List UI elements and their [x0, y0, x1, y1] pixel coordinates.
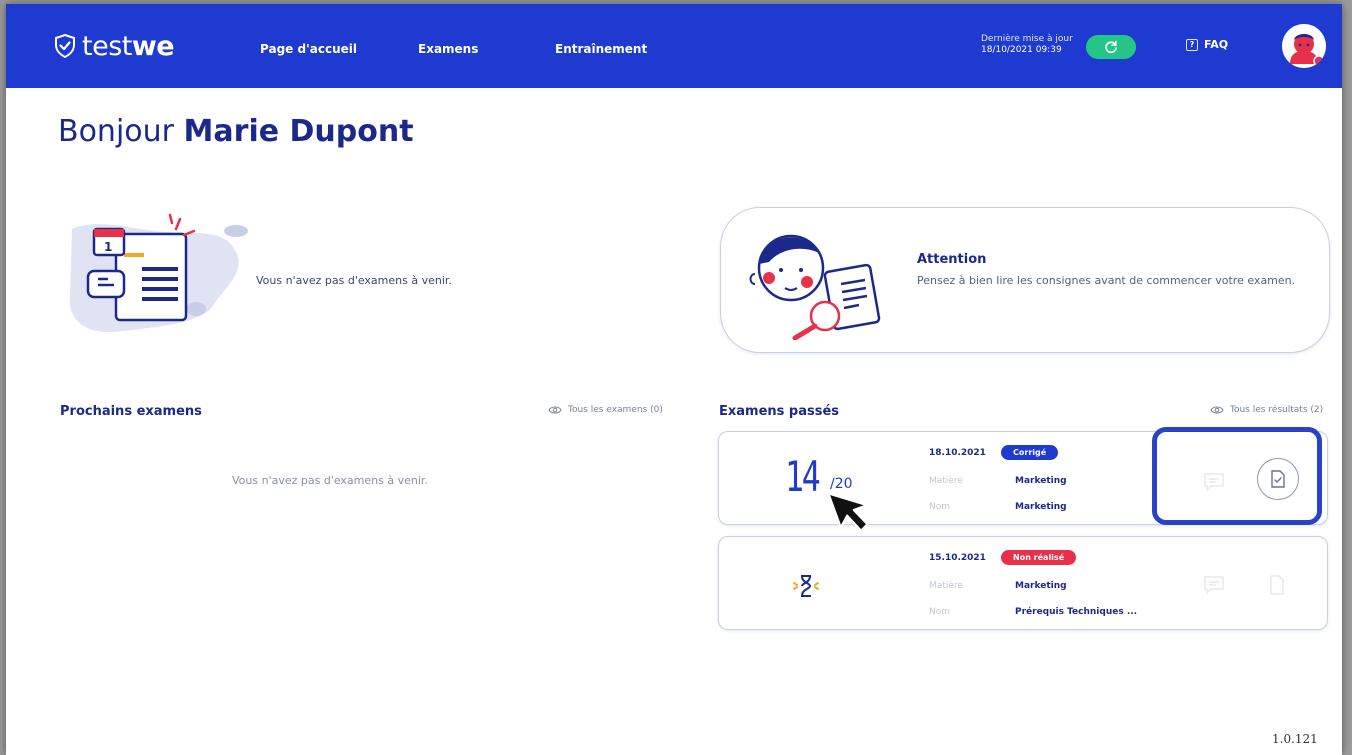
status-badge: Corrigé [1001, 445, 1059, 460]
no-upcoming-banner-text: Vous n'avez pas d'examens à venir. [256, 274, 452, 287]
logo[interactable]: testwe [54, 28, 175, 64]
subject-label: Matière [929, 476, 963, 486]
last-update-value: 18/10/2021 09:39 [981, 45, 1062, 55]
faq-link[interactable]: ? FAQ [1186, 38, 1228, 51]
subject-label: Matière [929, 581, 963, 591]
see-all-results-link[interactable]: Tous les résultats (2) [1210, 405, 1323, 415]
see-all-exams-link[interactable]: Tous les examens (0) [548, 405, 663, 415]
upcoming-title: Prochains examens [60, 404, 202, 419]
name-label: Nom [929, 502, 951, 512]
help-icon: ? [1186, 38, 1198, 51]
highlight-frame [1152, 427, 1322, 525]
past-exams-title: Examens passés [719, 404, 840, 419]
user-avatar-icon [1282, 24, 1326, 68]
name-label: Nom [929, 607, 951, 617]
name-value: Prérequis Techniques ... [1015, 607, 1138, 617]
see-all-results-label: Tous les résultats (2) [1230, 405, 1324, 415]
page-title: Bonjour Marie Dupont [58, 114, 414, 149]
avatar[interactable] [1282, 24, 1326, 68]
past-exam-card[interactable]: 15.10.2021 Non réalisé Matière Marketing… [718, 536, 1328, 630]
no-upcoming-text: Vous n'avez pas d'examens à venir. [232, 474, 428, 487]
mouse-cursor-icon [828, 492, 869, 532]
last-update: Dernière mise à jour 18/10/2021 09:39 [981, 34, 1073, 56]
logo-text: testwe [82, 30, 175, 62]
status-badge: Non réalisé [1001, 550, 1077, 565]
calendar-document-illustration: 1 [69, 213, 248, 332]
last-update-label: Dernière mise à jour [981, 34, 1073, 44]
hourglass-icon [793, 575, 819, 597]
document-icon [1270, 575, 1284, 595]
exam-score: 14 [785, 452, 821, 501]
svg-text:1: 1 [104, 240, 112, 254]
attention-card: Attention Pensez à bien lire les consign… [720, 207, 1330, 353]
nav-home[interactable]: Page d'accueil [260, 42, 357, 56]
faq-label: FAQ [1204, 38, 1229, 51]
greeting-name: Marie Dupont [183, 114, 414, 149]
shield-check-icon [55, 34, 75, 58]
attention-title: Attention [917, 252, 987, 267]
eye-icon [1210, 406, 1224, 414]
attention-text: Pensez à bien lire les consignes avant d… [917, 274, 1296, 287]
subject-value: Marketing [1015, 581, 1067, 591]
exam-date: 15.10.2021 [929, 553, 986, 563]
nav-exams[interactable]: Examens [418, 42, 478, 56]
subject-value: Marketing [1015, 476, 1067, 486]
eye-icon [548, 406, 562, 414]
see-all-exams-label: Tous les examens (0) [568, 405, 663, 415]
comment-icon [1204, 576, 1224, 595]
exam-date: 18.10.2021 [929, 448, 986, 458]
app-window: testwe Page d'accueil Examens Entraîneme… [6, 4, 1342, 755]
reading-person-illustration [749, 234, 881, 340]
nav-training[interactable]: Entraînement [555, 42, 647, 56]
top-navbar: testwe Page d'accueil Examens Entraîneme… [6, 4, 1342, 88]
name-value: Marketing [1015, 502, 1067, 512]
refresh-icon [1105, 40, 1117, 54]
greeting-prefix: Bonjour [58, 114, 174, 149]
app-version: 1.0.121 [1272, 732, 1318, 746]
sync-button[interactable] [1086, 35, 1136, 59]
